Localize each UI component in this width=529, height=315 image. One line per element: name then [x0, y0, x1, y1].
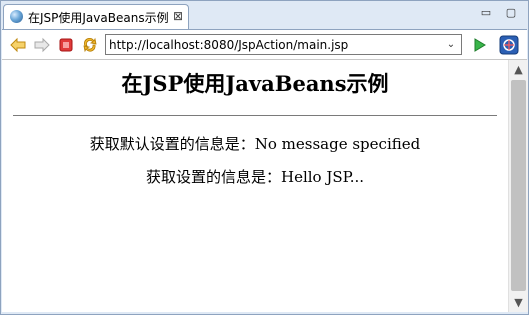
toolbar: ⌄: [2, 29, 527, 60]
tab-title: 在JSP使用JavaBeans示例: [28, 11, 169, 25]
address-bar[interactable]: ⌄: [105, 34, 462, 55]
tab-close-icon[interactable]: ⊠: [173, 9, 183, 23]
tab-main[interactable]: 在JSP使用JavaBeans示例 ⊠: [3, 4, 189, 29]
chevron-down-icon[interactable]: ⌄: [444, 36, 458, 53]
refresh-icon[interactable]: [82, 37, 98, 53]
set-message-text: 获取设置的信息是：Hello JSP...: [146, 168, 364, 186]
globe-icon: [10, 10, 23, 23]
go-icon[interactable]: [471, 37, 487, 53]
stop-icon[interactable]: [58, 37, 74, 53]
tab-bar: 在JSP使用JavaBeans示例 ⊠ ▭ ▢: [1, 1, 528, 29]
page-heading: 在JSP使用JavaBeans示例: [121, 71, 389, 96]
browser-window: 在JSP使用JavaBeans示例 ⊠ ▭ ▢ ⌄: [0, 0, 529, 315]
forward-arrow-icon[interactable]: [34, 37, 50, 53]
default-message-text: 获取默认设置的信息是：No message specified: [89, 135, 421, 153]
scrollbar-thumb[interactable]: [511, 80, 526, 291]
url-input[interactable]: [109, 37, 439, 53]
vertical-scrollbar[interactable]: ▲ ▼: [508, 60, 528, 312]
scroll-down-icon[interactable]: ▼: [509, 293, 528, 312]
scroll-up-icon[interactable]: ▲: [509, 60, 528, 79]
back-arrow-icon[interactable]: [10, 37, 26, 53]
maximize-icon[interactable]: ▢: [504, 6, 518, 20]
external-browser-icon[interactable]: [499, 35, 519, 55]
page-content: 在JSP使用JavaBeans示例 获取默认设置的信息是：No message …: [2, 60, 508, 312]
horizontal-rule: [13, 115, 497, 116]
minimize-icon[interactable]: ▭: [479, 6, 493, 20]
